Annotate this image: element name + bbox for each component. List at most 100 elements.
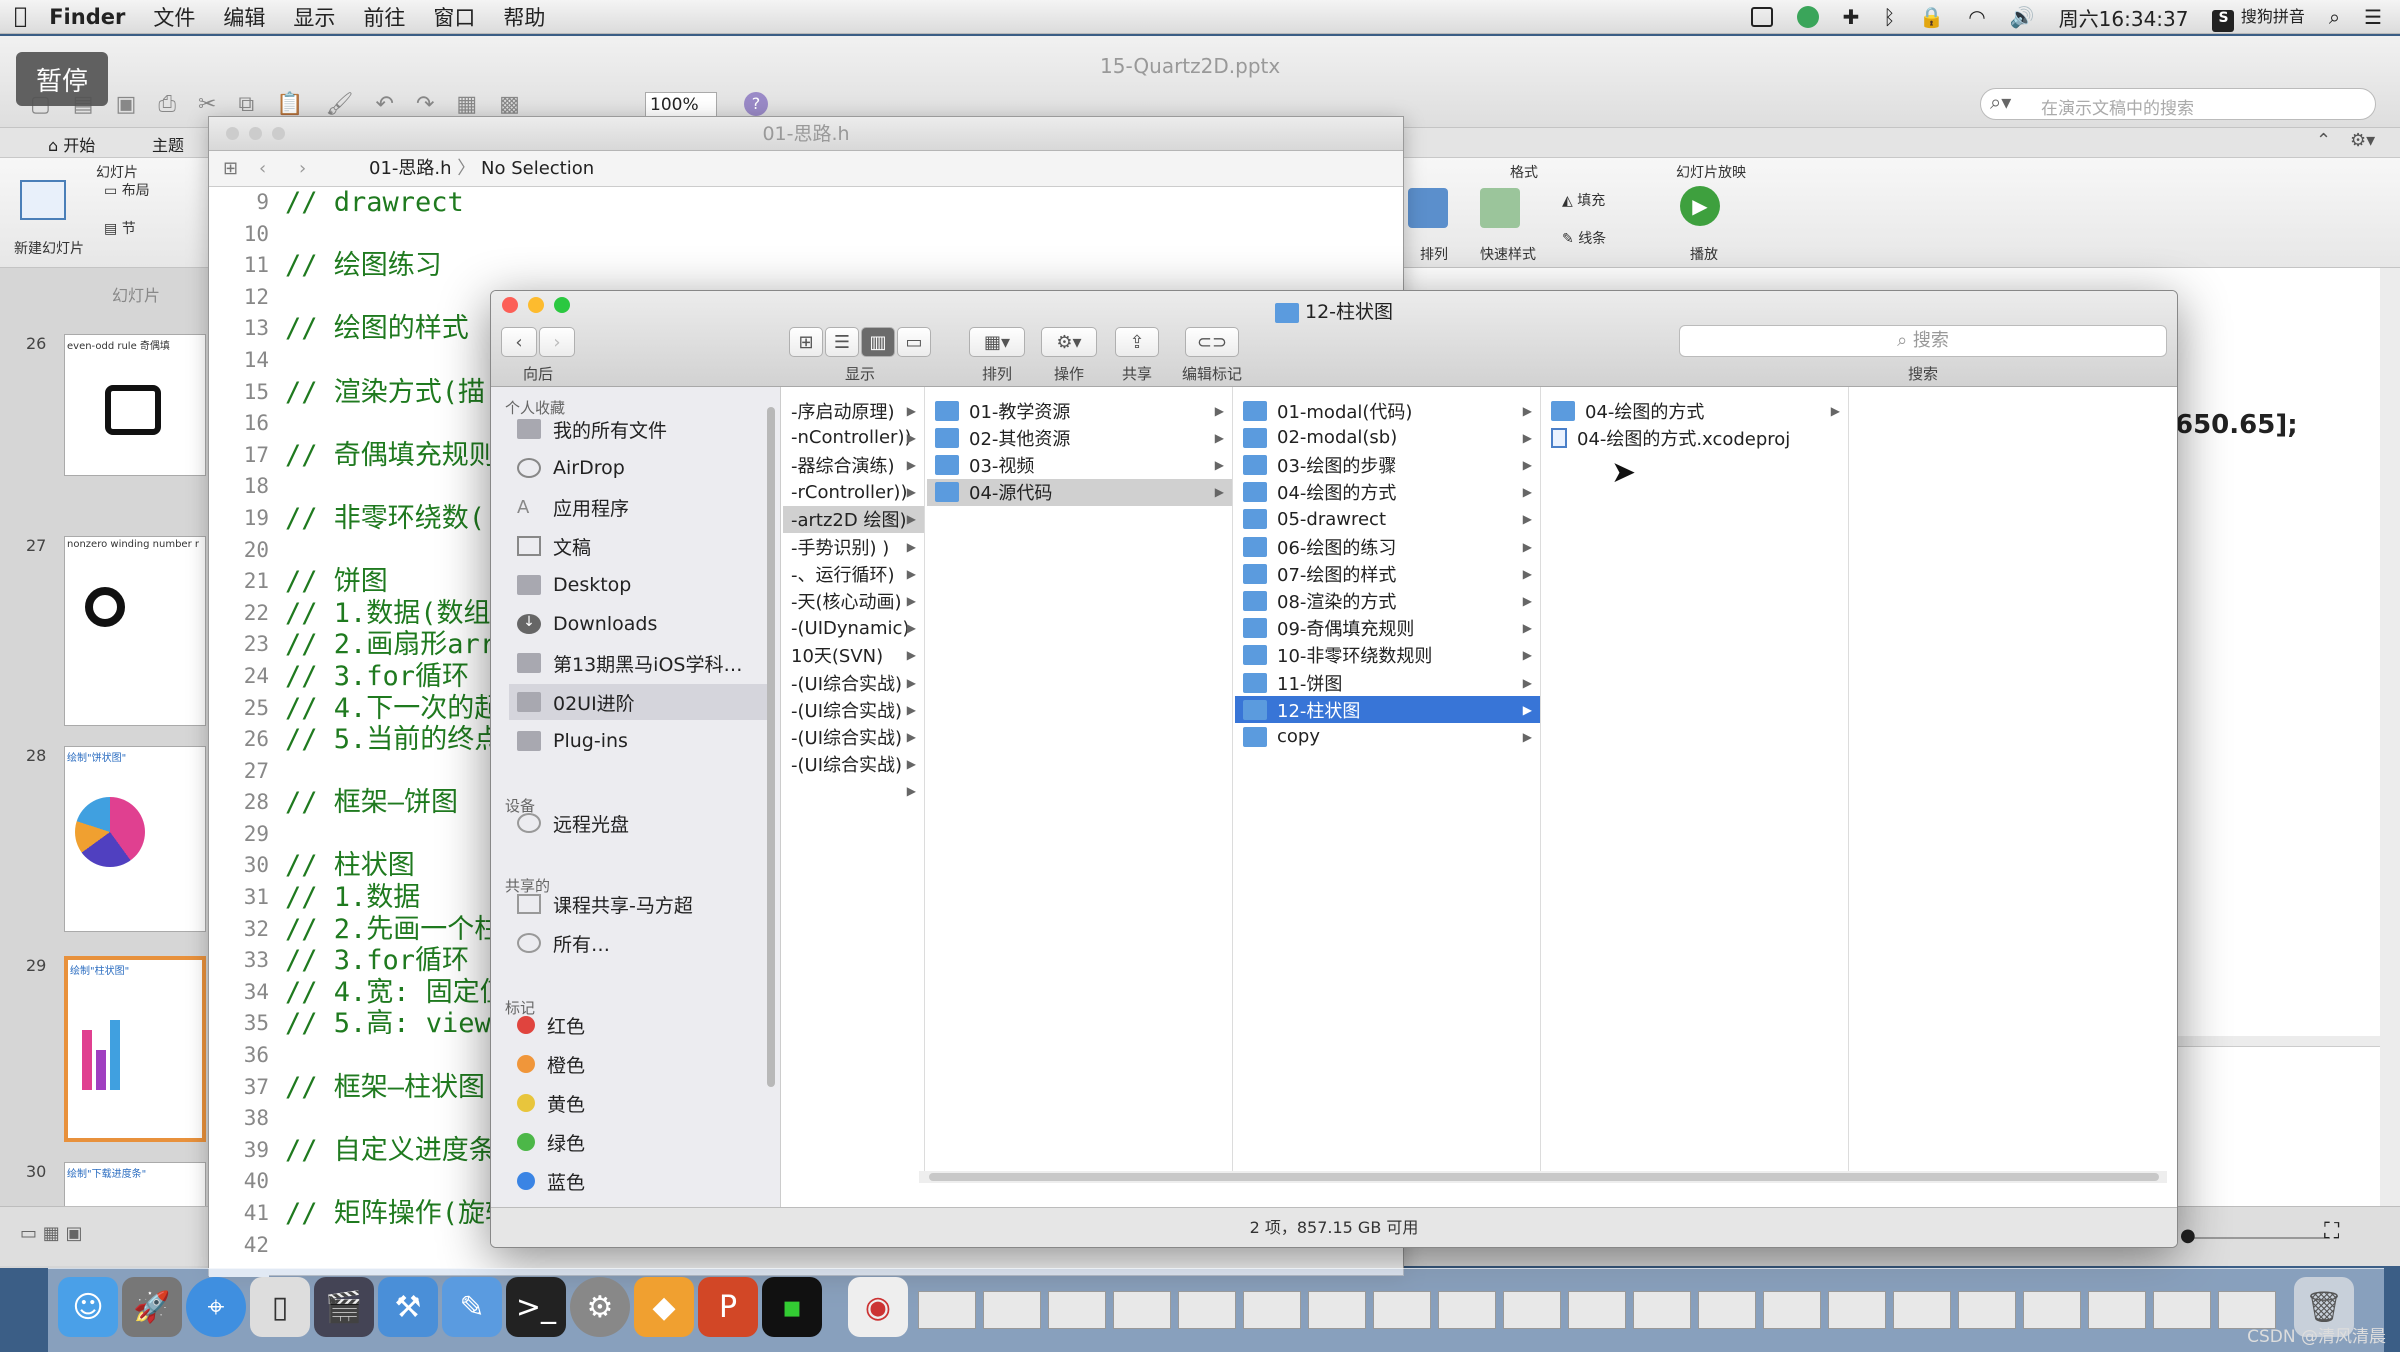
ribbon-settings-icon[interactable]: ⚙▾ [2350, 130, 2375, 151]
jump-file[interactable]: 01-思路.h [369, 158, 452, 179]
related-items-icon[interactable]: ⊞ [223, 151, 238, 187]
spotlight-icon[interactable]: ⌕ [2329, 5, 2340, 29]
paste-icon[interactable]: 📋 [276, 92, 303, 117]
dock-minimized-window[interactable] [1633, 1291, 1691, 1329]
arrange-button[interactable]: 排列 [1420, 244, 1448, 264]
tag-icon[interactable]: ⊂⊃ [1185, 327, 1239, 357]
finder-item[interactable]: 01-modal(代码) ▶ [1235, 397, 1540, 424]
minimize-icon[interactable] [249, 127, 262, 140]
table-icon[interactable]: ▦ [456, 92, 477, 117]
redo-icon[interactable]: ↷ [416, 92, 434, 117]
finder-item[interactable]: -、运行循环) ▶ [783, 560, 924, 587]
finder-item[interactable]: -天(核心动画) ▶ [783, 587, 924, 614]
play-button[interactable]: 播放 [1690, 244, 1718, 264]
dock-minimized-window[interactable] [1698, 1291, 1756, 1329]
sidebar-item-shared-computer[interactable]: 课程共享-马方超 [509, 886, 771, 922]
arrange-icon[interactable] [1408, 188, 1448, 228]
slide-thumbnail[interactable]: 绘制"饼状图" [64, 746, 206, 932]
close-icon[interactable] [226, 127, 239, 140]
input-method[interactable]: S 搜狗拼音 [2212, 3, 2305, 32]
dock-minimized-window[interactable] [983, 1291, 1041, 1329]
zoom-icon[interactable] [272, 127, 285, 140]
menu-app-finder[interactable]: Finder [41, 5, 139, 29]
help-icon[interactable]: ? [744, 92, 768, 116]
finder-item[interactable]: 07-绘图的样式 ▶ [1235, 560, 1540, 587]
dock-chrome-icon[interactable]: ◉ [848, 1277, 908, 1337]
finder-item[interactable]: 02-modal(sb) ▶ [1235, 424, 1540, 451]
sidebar-scrollbar[interactable] [767, 407, 775, 1087]
finder-item[interactable]: 03-视频 ▶ [927, 451, 1232, 478]
sidebar-item-plugins[interactable]: Plug-ins [509, 723, 771, 759]
dock-sketch-icon[interactable]: ◆ [634, 1277, 694, 1337]
new-slide-icon[interactable] [20, 180, 66, 220]
clock[interactable]: 周六16:34:37 [2059, 3, 2189, 32]
line-button[interactable]: ✎ 线条 [1562, 228, 1606, 248]
jump-selection[interactable]: No Selection [481, 158, 594, 179]
lock-icon[interactable]: 🔒 [1919, 5, 1944, 29]
menu-help[interactable]: 帮助 [489, 2, 559, 32]
share-icon[interactable]: ⇪ [1115, 327, 1159, 357]
section-button[interactable]: ▤ 节 [104, 218, 136, 238]
bluetooth-icon[interactable]: ᛒ [1883, 5, 1895, 29]
code-line[interactable]: // 绘图练习 [285, 250, 1385, 282]
finder-item[interactable]: -(UI综合实战) ▶ [783, 669, 924, 696]
dock-minimized-window[interactable] [1243, 1291, 1301, 1329]
dock-minimized-window[interactable] [2153, 1291, 2211, 1329]
list-view-icon[interactable]: ☰ [825, 327, 859, 357]
finder-item[interactable]: 09-奇偶填充规则 ▶ [1235, 615, 1540, 642]
slide-thumbnail[interactable]: nonzero winding number r [64, 536, 206, 726]
quick-style-button[interactable]: 快速样式 [1480, 244, 1536, 264]
sidebar-item-airdrop[interactable]: AirDrop [509, 450, 771, 486]
wifi-icon[interactable]: ◠ [1968, 5, 1985, 29]
finder-item[interactable]: 03-绘图的步骤 ▶ [1235, 451, 1540, 478]
cut-icon[interactable]: ✂ [198, 92, 216, 117]
dock-minimized-window[interactable] [1308, 1291, 1366, 1329]
finder-item[interactable]: 08-渲染的方式 ▶ [1235, 587, 1540, 614]
finder-item[interactable]: 06-绘图的练习 ▶ [1235, 533, 1540, 560]
dock-console-icon[interactable]: ▪ [762, 1277, 822, 1337]
icon-view-icon[interactable]: ⊞ [789, 327, 823, 357]
ppt-search-input[interactable]: 在演示文稿中的搜索 [1980, 88, 2376, 120]
grid-icon[interactable]: ▩ [499, 92, 520, 117]
finder-item[interactable]: -nController)) ▶ [783, 424, 924, 451]
print-icon[interactable]: ⎙ [158, 92, 176, 117]
finder-item[interactable]: -(UI综合实战) ▶ [783, 751, 924, 778]
quick-style-icon[interactable] [1480, 188, 1520, 228]
fill-button[interactable]: ◭ 填充 [1562, 190, 1605, 210]
finder-item[interactable]: -器综合演练) ▶ [783, 451, 924, 478]
layout-button[interactable]: ▭ 布局 [104, 180, 150, 200]
dock-powerpoint-icon[interactable]: P [698, 1277, 758, 1337]
screen-record-icon[interactable] [1750, 7, 1773, 27]
finder-item[interactable]: 01-教学资源 ▶ [927, 397, 1232, 424]
sidebar-item-remote-disc[interactable]: 远程光盘 [509, 805, 771, 841]
sidebar-tag-orange[interactable]: 橙色 [509, 1046, 771, 1082]
arrange-button[interactable]: ▦▾ [969, 327, 1025, 357]
sidebar-tag-green[interactable]: 绿色 [509, 1124, 771, 1160]
coverflow-view-icon[interactable]: ▭ [897, 327, 931, 357]
copy-icon[interactable]: ⧉ [238, 92, 254, 117]
finder-item[interactable]: 12-柱状图 ▶ [1235, 696, 1540, 724]
finder-item[interactable]: 10-非零环绕数规则 ▶ [1235, 642, 1540, 669]
play-icon[interactable]: ▶ [1680, 186, 1720, 226]
zoom-field[interactable]: 100% [645, 92, 717, 118]
dock-minimized-window[interactable] [1763, 1291, 1821, 1329]
new-slide-button[interactable]: 新建幻灯片 [14, 238, 84, 258]
finder-item[interactable]: -手势识别) ) ▶ [783, 533, 924, 560]
dock-minimized-window[interactable] [1568, 1291, 1626, 1329]
menu-window[interactable]: 窗口 [419, 2, 489, 32]
jump-bar[interactable]: ⊞ ‹ › 01-思路.h 〉 No Selection [209, 151, 1403, 187]
finder-item[interactable]: 10天(SVN) ▶ [783, 642, 924, 669]
finder-item[interactable]: 05-drawrect ▶ [1235, 506, 1540, 533]
fit-window-icon[interactable]: ⛶ [2324, 1219, 2339, 1244]
sidebar-item-desktop[interactable]: Desktop [509, 567, 771, 603]
dock-minimized-window[interactable] [1503, 1291, 1561, 1329]
finder-item[interactable]: 02-其他资源 ▶ [927, 424, 1232, 451]
dock-minimized-window[interactable] [1438, 1291, 1496, 1329]
sidebar-tag-red[interactable]: 红色 [509, 1007, 771, 1043]
volume-icon[interactable]: 🔊 [2010, 5, 2035, 29]
dock-minimized-window[interactable] [1828, 1291, 1886, 1329]
menu-view[interactable]: 显示 [279, 2, 349, 32]
finder-item[interactable]: -(UI综合实战) ▶ [783, 696, 924, 723]
sidebar-item-downloads[interactable]: ↓ Downloads [509, 606, 771, 642]
dock-minimized-window[interactable] [2088, 1291, 2146, 1329]
